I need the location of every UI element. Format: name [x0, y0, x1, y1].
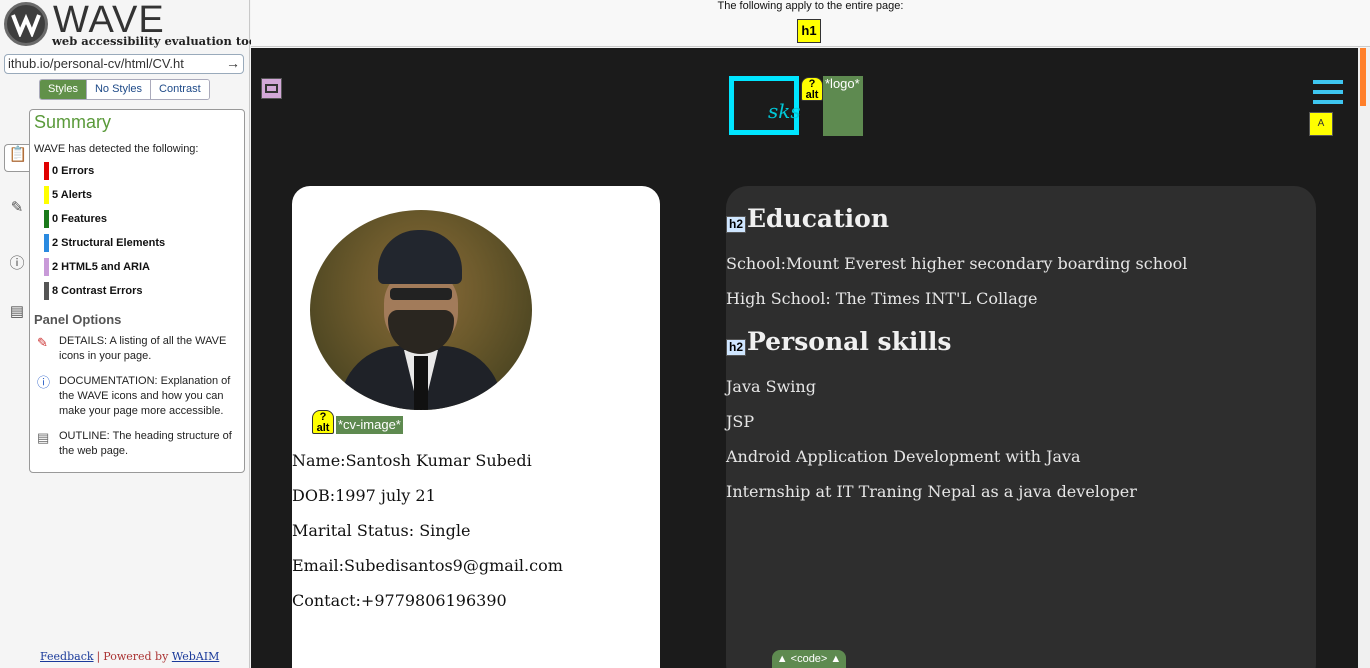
h2-badge-icon[interactable]: h2: [726, 339, 746, 356]
info-marital-status: Marital Status: Single: [292, 521, 471, 540]
h1-badge-icon[interactable]: h1: [797, 19, 821, 43]
info-name: Name:Santosh Kumar Subedi: [292, 451, 532, 470]
code-toggle-button[interactable]: ▲ <code> ▲: [772, 650, 846, 668]
powered-by-text: Powered by: [103, 650, 169, 663]
stat-label: 5 Alerts: [52, 189, 92, 201]
contrast-button[interactable]: Contrast: [150, 80, 209, 99]
stat-features[interactable]: 0 Features: [44, 210, 107, 228]
logo-alt-label: *logo*: [823, 76, 863, 136]
stat-alerts[interactable]: 5 Alerts: [44, 186, 92, 204]
landmark-glyph: [265, 84, 278, 93]
wave-tagline: web accessibility evaluation tool: [52, 34, 261, 48]
stat-html5-aria[interactable]: 2 HTML5 and ARIA: [44, 258, 150, 276]
info-contact: Contact:+9779806196390: [292, 591, 507, 610]
page-level-bar: The following apply to the entire page: …: [251, 0, 1370, 47]
stat-label: 0 Errors: [52, 165, 95, 177]
info-email: Email:Subedisantos9@gmail.com: [292, 556, 563, 575]
flag-letter: A: [1317, 118, 1325, 129]
page-level-text: The following apply to the entire page:: [717, 0, 904, 12]
outline-icon[interactable]: ▤: [4, 302, 30, 330]
stat-label: 0 Features: [52, 213, 108, 225]
h2-badge-icon[interactable]: h2: [726, 216, 746, 233]
cv-image-alt-label: *cv-image*: [336, 416, 403, 434]
page-scrollbar[interactable]: [1358, 48, 1370, 668]
sidebar-footer: Feedback | Powered by WebAIM: [40, 650, 219, 663]
outline-option[interactable]: ▤ OUTLINE: The heading structure of the …: [34, 429, 240, 459]
structural-bar: [44, 234, 49, 252]
evaluated-page: sks ? alt *logo* A ? alt *cv-image* Name:S…: [251, 48, 1358, 668]
education-item: High School: The Times INT'L Collage: [726, 289, 1038, 308]
details-option[interactable]: ✎ DETAILS: A listing of all the WAVE ico…: [34, 334, 240, 364]
arrow-right-icon[interactable]: →: [226, 55, 240, 71]
stat-errors[interactable]: 0 Errors: [44, 162, 94, 180]
site-logo-text: sks: [768, 99, 801, 123]
alerts-bar: [44, 186, 49, 204]
skills-heading: Personal skills: [747, 327, 952, 356]
alt-icon-text: alt: [316, 422, 330, 434]
panel-options-title: Panel Options: [34, 312, 122, 327]
option-text: DETAILS: A listing of all the WAVE icons…: [59, 335, 227, 362]
profile-card: ? alt *cv-image* Name:Santosh Kumar Subed…: [292, 186, 660, 668]
alt-missing-icon[interactable]: ? alt: [312, 410, 334, 434]
link-flag-icon[interactable]: A: [1309, 112, 1333, 136]
stat-structural[interactable]: 2 Structural Elements: [44, 234, 165, 252]
skill-item: Android Application Development with Jav…: [726, 447, 1081, 466]
scrollbar-thumb[interactable]: [1360, 48, 1366, 106]
option-text: OUTLINE: The heading structure of the we…: [59, 430, 232, 457]
wave-sidebar: WAVE web accessibility evaluation tool i…: [0, 0, 261, 668]
errors-bar: [44, 162, 49, 180]
info-icon[interactable]: ⓘ: [4, 252, 30, 280]
info-icon: ⓘ: [37, 375, 51, 390]
summary-panel: Summary WAVE has detected the following:…: [29, 109, 245, 473]
stat-label: 8 Contrast Errors: [52, 285, 143, 297]
flag-icon: ✎: [37, 335, 48, 350]
landmark-icon[interactable]: [261, 78, 282, 99]
clipboard-icon[interactable]: 📋: [4, 144, 31, 172]
education-item: School:Mount Everest higher secondary bo…: [726, 254, 1188, 273]
aria-bar: [44, 258, 49, 276]
alt-icon-text: alt: [805, 89, 819, 101]
wave-logo-icon: [4, 2, 48, 46]
no-styles-button[interactable]: No Styles: [85, 80, 151, 99]
skill-item: Java Swing: [726, 377, 816, 396]
features-bar: [44, 210, 49, 228]
site-logo[interactable]: sks: [729, 76, 801, 135]
styles-button[interactable]: Styles: [40, 80, 86, 99]
webaim-link[interactable]: WebAIM: [172, 650, 220, 663]
education-heading: Education: [747, 204, 890, 233]
summary-title: Summary: [34, 112, 112, 132]
contrast-bar: [44, 282, 49, 300]
footer-separator: |: [96, 650, 101, 663]
url-input[interactable]: ithub.io/personal-cv/html/CV.ht →: [4, 54, 244, 74]
resume-content-card: h2 Education School:Mount Everest higher…: [726, 186, 1316, 668]
skill-item: Internship at IT Traning Nepal as a java…: [726, 482, 1137, 501]
summary-intro: WAVE has detected the following:: [34, 143, 199, 155]
option-text: DOCUMENTATION: Explanation of the WAVE i…: [59, 375, 231, 417]
stat-contrast[interactable]: 8 Contrast Errors: [44, 282, 142, 300]
feedback-link[interactable]: Feedback: [40, 650, 94, 663]
alt-missing-icon[interactable]: ? alt: [801, 77, 823, 101]
wave-logo[interactable]: WAVE web accessibility evaluation tool: [4, 0, 261, 50]
outline-icon: ▤: [37, 430, 50, 445]
stat-label: 2 Structural Elements: [52, 237, 166, 249]
flag-icon[interactable]: ✎: [4, 198, 30, 226]
documentation-option[interactable]: ⓘ DOCUMENTATION: Explanation of the WAVE…: [34, 374, 240, 419]
stat-label: 2 HTML5 and ARIA: [52, 261, 150, 273]
view-toggle: Styles No Styles Contrast: [39, 79, 210, 100]
skill-item: JSP: [726, 412, 755, 431]
hamburger-menu-icon[interactable]: [1313, 80, 1343, 106]
cv-image: [310, 210, 532, 410]
url-value: ithub.io/personal-cv/html/CV.ht: [8, 56, 184, 71]
info-dob: DOB:1997 july 21: [292, 486, 436, 505]
